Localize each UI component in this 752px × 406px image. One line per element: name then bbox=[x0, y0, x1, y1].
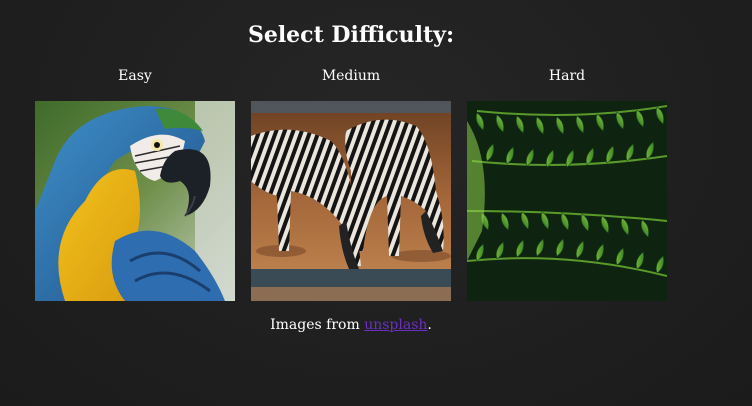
difficulty-label-hard: Hard bbox=[548, 68, 586, 84]
page-title: Select Difficulty: bbox=[247, 22, 455, 48]
zebras-image[interactable] bbox=[251, 101, 451, 301]
credit-suffix: . bbox=[427, 317, 432, 333]
fern-image[interactable] bbox=[467, 101, 667, 301]
difficulty-option-medium[interactable]: Medium bbox=[251, 66, 451, 301]
parrot-image[interactable] bbox=[35, 101, 235, 301]
difficulty-option-easy[interactable]: Easy bbox=[35, 66, 235, 301]
unsplash-link[interactable]: unsplash bbox=[364, 317, 427, 333]
image-credit: Images from unsplash. bbox=[0, 317, 702, 333]
difficulty-label-easy: Easy bbox=[118, 68, 152, 84]
difficulty-option-hard[interactable]: Hard bbox=[467, 66, 667, 301]
difficulty-label-medium: Medium bbox=[321, 68, 381, 84]
difficulty-options: Easy Medium Hard bbox=[35, 66, 667, 301]
credit-prefix: Images from bbox=[270, 317, 365, 333]
